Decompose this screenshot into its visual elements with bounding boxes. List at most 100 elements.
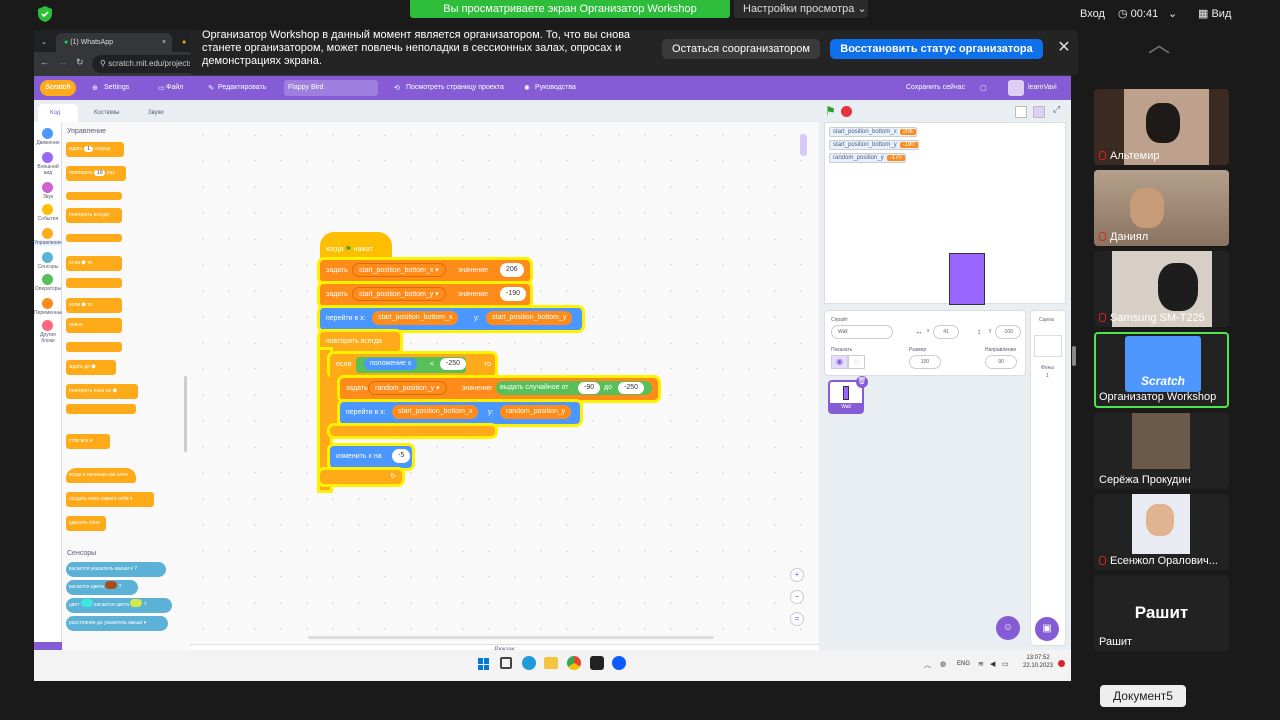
value-input[interactable]: -5 xyxy=(392,449,411,463)
sprite-thumb[interactable]: Wall 🗑 xyxy=(828,376,868,414)
clone-start-block[interactable]: когда я начинаю как клон xyxy=(66,468,136,483)
tutorials-button[interactable]: Руководства xyxy=(535,84,576,91)
wifi-icon[interactable]: ≋ xyxy=(978,660,984,668)
participant-tile[interactable]: Серёжа Прокудин xyxy=(1094,413,1229,489)
repeat-until-block[interactable]: повторять пока не ⬢ xyxy=(66,384,138,399)
save-now-button[interactable]: Сохранить сейчас xyxy=(906,84,965,91)
color-swatch[interactable] xyxy=(130,599,143,607)
category-motion-label[interactable]: Движение xyxy=(34,140,62,146)
change-x-block[interactable]: изменить x на -5 xyxy=(330,446,412,468)
close-icon[interactable]: × xyxy=(162,33,166,52)
block-dropdown[interactable]: все xyxy=(81,438,89,444)
touching-color-block[interactable]: касается цвета ? xyxy=(66,580,138,595)
hide-eye-icon[interactable]: ◌ xyxy=(848,355,865,369)
reload-icon[interactable]: ↻ xyxy=(76,57,84,68)
variable-reporter[interactable]: start_position_bottom_y xyxy=(486,311,573,325)
close-icon[interactable]: ✕ xyxy=(1054,38,1074,58)
x-position-reporter[interactable]: положение x xyxy=(364,358,418,370)
delete-clone-block[interactable]: удалить клон xyxy=(66,516,106,531)
trash-icon[interactable]: 🗑 xyxy=(856,376,868,388)
view-settings-menu[interactable]: Настройки просмотра ⌄ xyxy=(734,0,868,18)
chevron-down-icon[interactable]: ⌄ xyxy=(38,33,52,52)
block-dropdown[interactable]: указатель мыши xyxy=(104,620,142,626)
backdrop-thumb[interactable] xyxy=(1034,335,1062,357)
shield-icon[interactable] xyxy=(38,6,52,22)
tray-chevron-icon[interactable]: ︿ xyxy=(924,660,931,670)
direction-input[interactable]: 90 xyxy=(985,355,1017,369)
category-control-label[interactable]: Управление xyxy=(34,240,62,246)
tab-whatsapp[interactable]: ● (1) WhatsApp × xyxy=(56,33,172,52)
globe-icon[interactable]: ⊕ xyxy=(92,84,98,92)
stop-icon[interactable] xyxy=(841,106,852,117)
distance-block[interactable]: расстояние до указатель мыши ▾ xyxy=(66,616,168,631)
edit-menu[interactable]: Редактировать xyxy=(218,84,266,91)
stay-cohost-button[interactable]: Остаться соорганизатором xyxy=(662,39,820,59)
chevron-down-icon[interactable]: ⌄ xyxy=(1168,4,1177,24)
scratch-logo[interactable]: Scratch xyxy=(40,80,76,96)
variable-reporter[interactable]: random_position_y xyxy=(500,405,572,419)
small-stage-icon[interactable] xyxy=(1015,106,1027,118)
participant-tile[interactable]: Есенжол Оралович... xyxy=(1094,494,1229,570)
category-variables-dot[interactable] xyxy=(42,298,53,309)
variable-dropdown[interactable]: random_position_y ▾ xyxy=(368,381,447,395)
large-stage-icon[interactable] xyxy=(1033,106,1045,118)
tab-code[interactable]: Код xyxy=(38,104,78,122)
fullscreen-icon[interactable]: ⤢ xyxy=(1053,104,1060,115)
add-backdrop-icon[interactable]: ▣ xyxy=(1035,617,1059,641)
set-start-y-block[interactable]: задать start_position_bottom_y ▾ значени… xyxy=(320,284,530,306)
forever-block[interactable]: повторять всегда xyxy=(320,332,400,352)
variable-reporter[interactable]: start_position_bottom_x xyxy=(372,311,459,325)
size-input[interactable]: 100 xyxy=(909,355,941,369)
tab-costumes[interactable]: Костюмы xyxy=(82,104,134,122)
tab-sounds[interactable]: Звуки xyxy=(136,104,176,122)
less-than-operator[interactable]: положение x < -250 xyxy=(356,357,467,373)
participant-tile[interactable]: Даниял xyxy=(1094,170,1229,246)
clock-date[interactable]: 22.10.2023 xyxy=(1020,663,1056,669)
palette-scrollbar[interactable] xyxy=(184,376,187,452)
forward-icon[interactable]: → xyxy=(58,57,67,67)
category-variables-label[interactable]: Переменные xyxy=(34,310,64,316)
category-operators-dot[interactable] xyxy=(42,274,53,285)
value-input[interactable]: -90 xyxy=(578,382,601,394)
forever-block[interactable]: повторять всегда xyxy=(66,208,122,223)
block-dropdown[interactable]: указатель мыши xyxy=(91,566,129,572)
zoom-out-icon[interactable]: − xyxy=(790,590,804,604)
clock-time[interactable]: 13:07:52 xyxy=(1020,655,1056,661)
edge-icon[interactable] xyxy=(522,656,536,670)
task-view-icon[interactable] xyxy=(500,657,512,669)
color-swatch[interactable] xyxy=(80,599,93,607)
restore-host-button[interactable]: Восстановить статус организатора xyxy=(830,39,1043,59)
set-random-y-block[interactable]: задать random_position_y ▾ значение выда… xyxy=(340,378,658,400)
stage-canvas[interactable]: start_position_bottom_x 206 start_positio… xyxy=(824,122,1066,305)
battery-icon[interactable]: ▭ xyxy=(1002,660,1009,668)
category-myblocks-dot[interactable] xyxy=(42,320,53,331)
chrome-icon[interactable] xyxy=(567,656,581,670)
if-block[interactable]: если положение x < -250 то xyxy=(330,354,495,376)
panel-resize-handle[interactable] xyxy=(1072,346,1076,366)
category-myblocks-label[interactable]: Другие блоки xyxy=(34,332,62,344)
notification-badge[interactable] xyxy=(1058,660,1065,667)
back-icon[interactable]: ← xyxy=(40,57,49,67)
block-input[interactable]: 10 xyxy=(93,170,106,176)
participant-tile[interactable]: Альтемир xyxy=(1094,89,1229,165)
stop-block[interactable]: стоп все ▾ xyxy=(66,434,110,449)
repeat-block[interactable]: повторить 10 раз xyxy=(66,166,126,181)
zoom-in-icon[interactable]: + xyxy=(790,568,804,582)
random-operator[interactable]: выдать случайное от -90 до -250 xyxy=(496,381,652,395)
value-input[interactable]: -190 xyxy=(500,287,527,301)
sprite-y-input[interactable]: -100 xyxy=(995,325,1021,339)
windows-start-icon[interactable] xyxy=(478,658,490,670)
wait-block[interactable]: ждать 1 секунд xyxy=(66,142,124,157)
participant-tile-active[interactable]: Scratch Организатор Workshop xyxy=(1094,332,1229,408)
touching-block[interactable]: касается указатель мыши ▾ ? xyxy=(66,562,166,577)
color-swatch[interactable] xyxy=(105,581,118,589)
file-explorer-icon[interactable] xyxy=(544,657,558,669)
add-sprite-icon[interactable]: ☺ xyxy=(996,616,1020,640)
category-sensing-dot[interactable] xyxy=(42,252,53,263)
green-flag-icon[interactable]: ⚑ xyxy=(825,104,836,118)
variable-dropdown[interactable]: start_position_bottom_y ▾ xyxy=(352,287,446,301)
value-input[interactable]: 206 xyxy=(500,263,524,277)
language-indicator[interactable]: ENG xyxy=(957,661,970,667)
collapse-chevron-icon[interactable]: ︿ xyxy=(1148,34,1176,56)
file-menu[interactable]: Файл xyxy=(166,84,183,91)
